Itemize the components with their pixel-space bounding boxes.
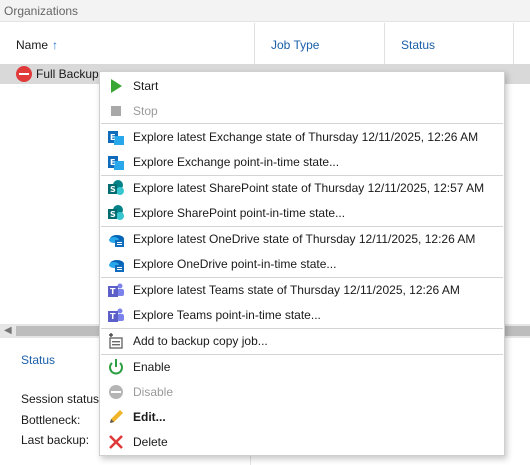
error-stop-icon (16, 66, 32, 82)
column-header-more[interactable] (513, 23, 530, 64)
grid-header: Name ↑ Job Type Status (0, 23, 530, 65)
menu-separator (101, 123, 503, 124)
last-backup-label: Last backup: (21, 433, 90, 447)
context-menu: Start Stop E Explore latest Exchange sta… (99, 71, 505, 456)
stop-icon (111, 106, 121, 116)
svg-text:S: S (110, 210, 116, 219)
delete-x-icon (109, 435, 123, 449)
menu-item-explore-latest-onedrive[interactable]: Explore latest OneDrive state of Thursda… (100, 227, 504, 251)
menu-item-edit[interactable]: Edit... (100, 405, 504, 429)
menu-item-explore-sharepoint-pit[interactable]: S Explore SharePoint point-in-time state… (100, 201, 504, 225)
exchange-icon: E (108, 131, 124, 145)
menu-item-explore-latest-teams[interactable]: T Explore latest Teams state of Thursday… (100, 278, 504, 302)
play-icon (111, 79, 122, 93)
column-header-status[interactable]: Status (384, 23, 514, 64)
scroll-left-icon[interactable]: ◀ (4, 324, 12, 338)
menu-item-stop[interactable]: Stop (100, 99, 504, 123)
row-job-name: Full Backup (36, 67, 99, 81)
menu-item-disable[interactable]: Disable (100, 380, 504, 404)
backup-copy-icon (109, 333, 123, 349)
menu-item-explore-onedrive-pit[interactable]: Explore OneDrive point-in-time state... (100, 252, 504, 276)
details-status-title: Status (21, 353, 56, 367)
organizations-panel-title: Organizations (0, 0, 530, 22)
svg-text:E: E (110, 133, 115, 142)
menu-item-add-backup-copy[interactable]: Add to backup copy job... (100, 329, 504, 353)
exchange-icon: E (108, 156, 124, 170)
disable-icon (109, 385, 123, 399)
svg-text:E: E (110, 158, 115, 167)
column-name-label: Name (16, 38, 49, 52)
teams-icon: T (108, 308, 124, 322)
sharepoint-icon: S (108, 205, 124, 220)
menu-item-explore-teams-pit[interactable]: T Explore Teams point-in-time state... (100, 303, 504, 327)
onedrive-icon (109, 235, 124, 247)
teams-icon: T (108, 283, 124, 297)
column-header-job-type[interactable]: Job Type (254, 23, 384, 64)
pencil-icon (110, 410, 123, 423)
session-status-label: Session status: (21, 392, 103, 406)
menu-item-explore-latest-sharepoint[interactable]: S Explore latest SharePoint state of Thu… (100, 176, 504, 200)
menu-item-start[interactable]: Start (100, 74, 504, 98)
sort-ascending-icon: ↑ (52, 38, 59, 52)
menu-item-delete[interactable]: Delete (100, 430, 504, 454)
bottleneck-label: Bottleneck: (21, 413, 81, 427)
sharepoint-icon: S (108, 180, 124, 195)
svg-text:S: S (110, 185, 116, 194)
onedrive-icon (109, 260, 124, 272)
menu-item-enable[interactable]: Enable (100, 355, 504, 379)
power-icon (109, 359, 123, 375)
menu-item-explore-latest-exchange[interactable]: E Explore latest Exchange state of Thurs… (100, 125, 504, 149)
svg-text:T: T (110, 312, 116, 321)
svg-text:T: T (110, 287, 116, 296)
menu-item-explore-exchange-pit[interactable]: E Explore Exchange point-in-time state..… (100, 150, 504, 174)
column-header-name[interactable]: Name ↑ (16, 23, 58, 64)
